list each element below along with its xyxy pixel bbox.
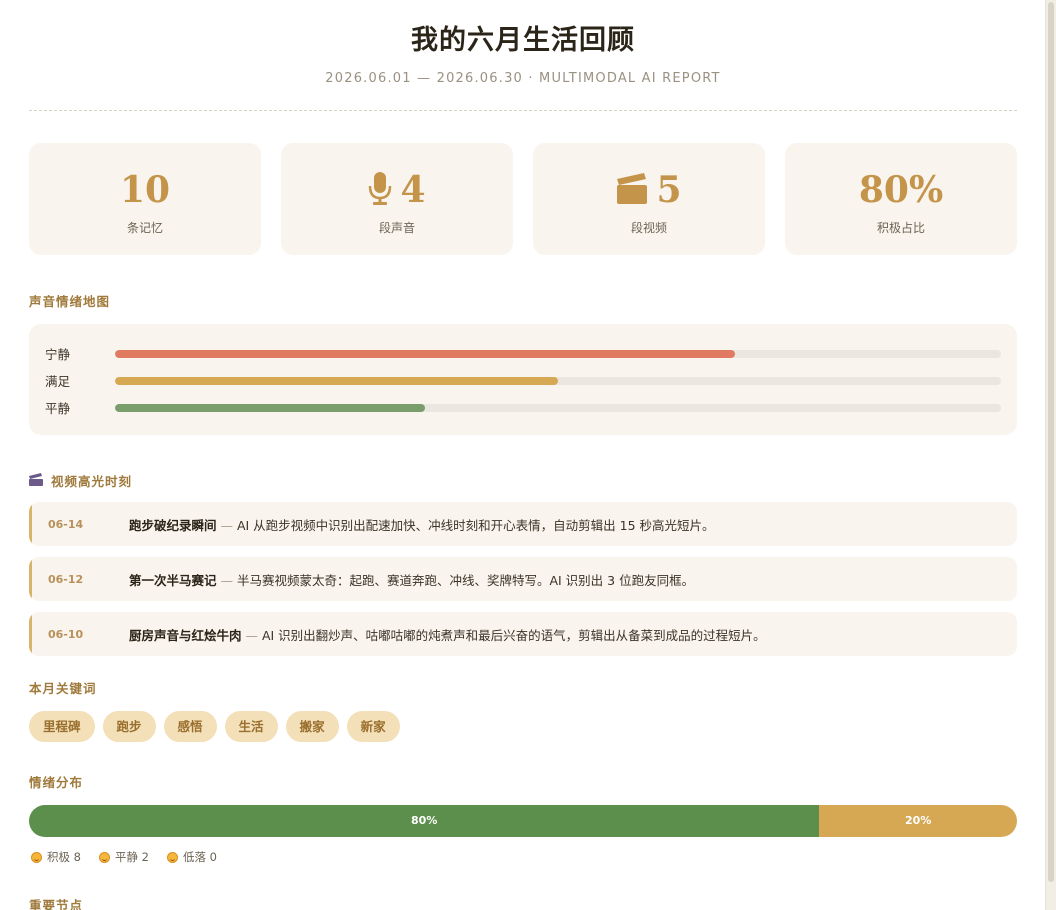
stat-label: 积极占比 [876,221,925,235]
highlight-date: 06-14 [48,517,84,531]
highlight-text: 跑步破纪录瞬间 — AI 从跑步视频中识别出配速加快、冲线时刻和开心表情，自动剪… [129,515,715,534]
mood-track [115,349,1001,358]
highlight-text: 第一次半马赛记 — 半马赛视频蒙太奇：起跑、赛道奔跑、冲线、奖牌特写。AI 识别… [129,570,694,589]
highlight-text: 厨房声音与红烩牛肉 — AI 识别出翻炒声、咕嘟咕嘟的炖煮声和最后兴奋的语气，剪… [129,625,766,644]
legend-item: 积极 8 [31,849,81,865]
smiling-face-icon [31,851,42,863]
section-title-emotion-distribution: 情绪分布 [29,775,84,790]
scrollbar-thumb[interactable] [1048,2,1054,882]
emotion-legend: 积极 8 平静 2 低落 0 [31,849,1017,865]
header-divider [29,110,1017,111]
section-title-text: 视频高光时刻 [51,474,133,489]
stat-value: 4 [400,169,426,211]
highlight-description: AI 识别出翻炒声、咕嘟咕嘟的炖煮声和最后兴奋的语气，剪辑出从备菜到成品的过程短… [261,627,766,643]
stat-card-video: 5 段视频 [533,143,765,255]
stat-card-positive: 80% 积极占比 [785,143,1017,255]
keyword-chip[interactable]: 生活 [224,711,278,742]
report-header: 我的六月生活回顾 2026.06.01 — 2026.06.30 · MULTI… [0,0,1046,86]
clapperboard-icon [616,171,648,209]
highlight-separator: — [216,572,237,588]
keyword-chip[interactable]: 感悟 [163,711,217,742]
highlight-separator: — [216,517,237,533]
mood-fill [115,349,736,358]
mood-label: 宁静 [45,347,71,362]
mood-row: 平静 [45,394,1001,421]
legend-item: 低落 0 [166,849,217,865]
legend-label: 积极 8 [47,850,81,864]
stats-row: 10 条记忆 4 段声音 5 段视频 80% 积极占比 [29,143,1017,255]
highlight-separator: — [241,627,262,643]
report-page: 我的六月生活回顾 2026.06.01 — 2026.06.30 · MULTI… [0,0,1046,910]
stat-label: 段视频 [630,221,667,235]
page-title: 我的六月生活回顾 [411,25,635,56]
stat-value: 10 [119,169,171,211]
stat-label: 条记忆 [126,221,163,235]
sad-face-icon [166,851,178,863]
legend-item: 平静 2 [98,849,149,865]
keyword-chip[interactable]: 里程碑 [29,711,95,742]
mood-row: 满足 [45,367,1001,394]
mood-fill [115,376,558,385]
highlight-name: 第一次半马赛记 [129,572,217,588]
highlight-date: 06-10 [48,627,84,641]
distribution-segment-positive: 80% [29,805,820,837]
legend-label: 平静 2 [114,850,149,864]
keyword-chip[interactable]: 跑步 [102,711,156,742]
section-title-milestones: 重要节点 [29,898,84,910]
legend-label: 低落 0 [182,850,217,864]
keyword-chip[interactable]: 新家 [346,711,400,742]
highlight-description: AI 从跑步视频中识别出配速加快、冲线时刻和开心表情，自动剪辑出 15 秒高光短… [236,517,715,533]
stat-card-memories: 10 条记忆 [29,143,261,255]
highlight-name: 厨房声音与红烩牛肉 [129,627,242,643]
mood-track [115,403,1001,412]
highlight-description: 半马赛视频蒙太奇：起跑、赛道奔跑、冲线、奖牌特写。AI 识别出 3 位跑友同框。 [236,572,695,588]
stat-label: 段声音 [378,221,415,235]
clapperboard-icon [29,472,43,489]
section-title-video-highlights: 视频高光时刻 [29,471,1017,490]
highlight-name: 跑步破纪录瞬间 [129,517,217,533]
mood-row: 宁静 [45,340,1001,367]
keyword-chip[interactable]: 搬家 [285,711,339,742]
mood-track [115,376,1001,385]
vertical-scrollbar[interactable] [1045,0,1056,910]
section-title-keywords: 本月关键词 [29,681,97,696]
highlight-item[interactable]: 06-12 第一次半马赛记 — 半马赛视频蒙太奇：起跑、赛道奔跑、冲线、奖牌特写… [29,557,1017,601]
emotion-distribution-bar: 80% 20% [29,805,1017,837]
voice-mood-map: 宁静 满足 平静 [29,324,1017,435]
microphone-icon [368,171,392,209]
stat-value: 80% [858,169,944,211]
stat-value: 5 [656,169,682,211]
keyword-chips: 里程碑 跑步 感悟 生活 搬家 新家 [29,711,1017,742]
section-title-voice-map: 声音情绪地图 [29,294,111,309]
mood-label: 满足 [45,374,71,389]
page-subtitle: 2026.06.01 — 2026.06.30 · MULTIMODAL AI … [325,71,721,86]
highlight-item[interactable]: 06-10 厨房声音与红烩牛肉 — AI 识别出翻炒声、咕嘟咕嘟的炖煮声和最后兴… [29,612,1017,656]
neutral-face-icon [98,851,110,863]
stat-card-audio: 4 段声音 [281,143,513,255]
highlight-date: 06-12 [48,572,84,586]
mood-fill [115,403,426,412]
highlight-accent-bar [29,612,32,656]
highlight-accent-bar [29,502,32,546]
distribution-segment-calm: 20% [819,805,1017,837]
highlight-accent-bar [29,557,32,601]
highlight-list: 06-14 跑步破纪录瞬间 — AI 从跑步视频中识别出配速加快、冲线时刻和开心… [29,502,1017,656]
highlight-item[interactable]: 06-14 跑步破纪录瞬间 — AI 从跑步视频中识别出配速加快、冲线时刻和开心… [29,502,1017,546]
mood-label: 平静 [45,401,71,416]
